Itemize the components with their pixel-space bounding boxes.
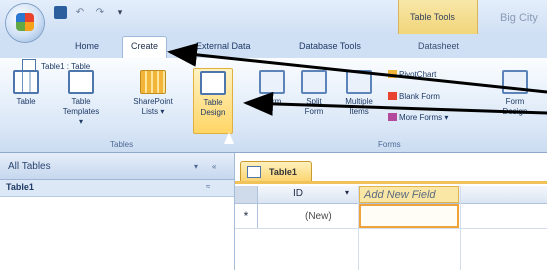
annotation-arrows [167,42,547,116]
office-button[interactable] [6,4,44,42]
office-logo-icon [16,13,34,31]
arrow-to-table-design [243,91,547,116]
arrow-to-create-tab [167,42,547,94]
